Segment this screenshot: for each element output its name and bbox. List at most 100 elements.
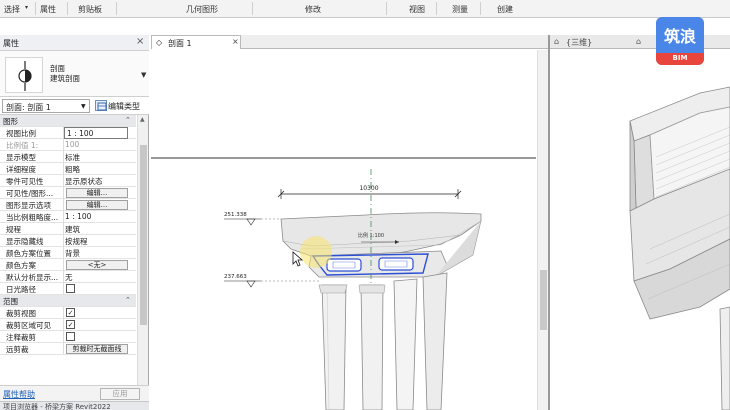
instance-selector[interactable]: 剖面: 剖面 1 ▼ [2, 99, 90, 113]
property-row: 裁剪区域可见 ✓ [0, 319, 136, 331]
property-value[interactable]: 粗略 [65, 164, 135, 175]
property-edit-button[interactable]: 剪裁时无截面线 [66, 344, 128, 354]
dimension-annotation[interactable]: 10300 [277, 185, 462, 199]
collapse-icon[interactable]: ⌃ [125, 116, 131, 124]
instance-selector-value: 剖面: 剖面 1 [6, 103, 51, 112]
property-row: 当比例粗略度... 1 : 100 [0, 211, 136, 223]
tab-3d-view-label: {三维} [566, 38, 593, 47]
edit-type-icon[interactable] [95, 100, 107, 111]
property-checkbox[interactable]: ✓ [66, 320, 75, 329]
property-row: 可见性/图形... 编辑... [0, 187, 136, 199]
property-row: 零件可见性 显示原状态 [0, 175, 136, 187]
property-value[interactable]: 按规程 [65, 236, 135, 247]
ribbon-geometry-group[interactable]: 几何图形 [186, 4, 218, 15]
chevron-down-icon[interactable]: ▼ [141, 71, 146, 79]
property-value[interactable]: 100 [65, 140, 135, 149]
grid-divider [63, 331, 64, 343]
property-edit-button[interactable]: 编辑... [66, 188, 128, 198]
property-label: 注释裁剪 [6, 333, 36, 342]
ribbon-create-group[interactable]: 创建 [497, 4, 513, 15]
close-icon[interactable]: × [136, 36, 144, 47]
grid-divider [63, 151, 64, 163]
ribbon-separator [480, 2, 481, 15]
property-label: 比例值 1: [6, 141, 39, 150]
collapse-icon[interactable]: ⌃ [125, 296, 131, 304]
property-value[interactable]: 标准 [65, 152, 135, 163]
property-label: 颜色方案位置 [6, 249, 51, 258]
property-edit-button[interactable]: 编辑... [66, 200, 128, 210]
ribbon-select-dropdown-icon[interactable]: ▾ [25, 4, 28, 11]
level-bottom-marker[interactable]: 237.663 [224, 274, 321, 288]
3d-view-icon: ⌂ [554, 37, 560, 46]
properties-footer: 属性帮助 应用 [0, 385, 149, 401]
property-value: 1 : 100 [67, 129, 94, 138]
grid-divider [63, 319, 64, 331]
ribbon-separator [252, 2, 253, 15]
property-checkbox[interactable]: ✓ [66, 308, 75, 317]
property-label: 当比例粗略度... [6, 213, 59, 222]
ribbon-measure-group[interactable]: 测量 [452, 4, 468, 15]
grid-divider [63, 211, 64, 223]
property-checkbox[interactable] [66, 332, 75, 341]
view-scale-input[interactable]: 1 : 100 [64, 127, 128, 139]
grid-divider [63, 187, 64, 199]
watermark-title: 筑浪 [663, 27, 696, 46]
apply-button[interactable]: 应用 [100, 388, 140, 400]
property-group-header[interactable]: 图形 ⌃ [0, 115, 136, 127]
grid-divider [63, 343, 64, 355]
instance-row: 剖面: 剖面 1 ▼ 编辑类型 [0, 97, 149, 115]
property-value[interactable]: 建筑 [65, 224, 135, 235]
3d-view-canvas[interactable] [550, 49, 730, 410]
ribbon-separator [436, 2, 437, 15]
property-value[interactable]: 背景 [65, 248, 135, 259]
level-top-marker[interactable]: 251.338 [224, 212, 281, 226]
level-bottom-value: 237.663 [224, 274, 247, 280]
tab-section-1[interactable]: ◇ 剖面 1 × [151, 35, 241, 49]
ribbon-separator [67, 2, 68, 15]
ribbon-clipboard-group[interactable]: 剪贴板 [78, 4, 102, 15]
property-row: 日光路径 [0, 283, 136, 295]
ribbon-modify-group[interactable]: 修改 [305, 4, 321, 15]
watermark-band-label: BIM [672, 54, 688, 62]
property-group-label: 图形 [3, 117, 18, 126]
property-label: 颜色方案 [6, 261, 36, 270]
property-value[interactable]: 1 : 100 [65, 212, 135, 221]
grid-divider [63, 163, 64, 175]
properties-scrollbar[interactable]: ▲ ▼ [137, 115, 148, 405]
ribbon-view-group[interactable]: 视图 [409, 4, 425, 15]
property-row: 远剪裁 剪裁时无截面线 [0, 343, 136, 355]
scrollbar-thumb[interactable] [140, 145, 147, 325]
properties-title-bar: 属性 × [0, 35, 149, 51]
grid-divider [63, 223, 64, 235]
property-label: 可见性/图形... [6, 189, 54, 198]
edit-type-button[interactable]: 编辑类型 [108, 101, 140, 112]
property-row: 图形显示选项 编辑... [0, 199, 136, 211]
property-checkbox[interactable] [66, 284, 75, 293]
project-browser-title: 项目浏览器 - 桥梁方案 Revit2022 [3, 403, 111, 410]
scroll-up-icon[interactable]: ▲ [140, 116, 145, 123]
property-label: 显示模型 [6, 153, 36, 162]
grid-divider [63, 271, 64, 283]
properties-title: 属性 [3, 39, 19, 48]
property-group-header[interactable]: 范围 ⌃ [0, 295, 136, 307]
close-icon[interactable]: × [232, 37, 239, 46]
property-value[interactable]: 显示原状态 [65, 176, 135, 187]
ribbon-properties-button[interactable]: 属性 [40, 4, 56, 15]
scrollbar-thumb[interactable] [540, 270, 547, 330]
property-value[interactable]: 无 [65, 272, 135, 283]
property-group-label: 范围 [3, 297, 18, 306]
property-row: 默认分析显示... 无 [0, 271, 136, 283]
properties-panel: 属性 × 剖面 建筑剖面 ▼ 剖面: 剖面 1 ▼ 编辑类型 图形 ⌃ 视图比例… [0, 35, 149, 410]
property-edit-button[interactable]: <无> [66, 260, 128, 270]
ribbon-select-button[interactable]: 选择 [4, 4, 20, 15]
3d-view-icon[interactable]: ⌂ [636, 37, 641, 46]
chevron-down-icon[interactable]: ▼ [81, 103, 86, 110]
project-browser-strip[interactable]: 项目浏览器 - 桥梁方案 Revit2022 [0, 401, 149, 410]
type-selector[interactable]: 剖面 建筑剖面 ▼ [0, 51, 149, 97]
section-view-scrollbar[interactable] [537, 50, 548, 410]
grid-divider [63, 283, 64, 295]
pier-columns[interactable] [318, 272, 448, 410]
property-label: 详细程度 [6, 165, 36, 174]
properties-help-link[interactable]: 属性帮助 [3, 389, 35, 400]
section-view-canvas[interactable]: 10300 251.338 237.663 比例 1:100 [151, 49, 548, 410]
